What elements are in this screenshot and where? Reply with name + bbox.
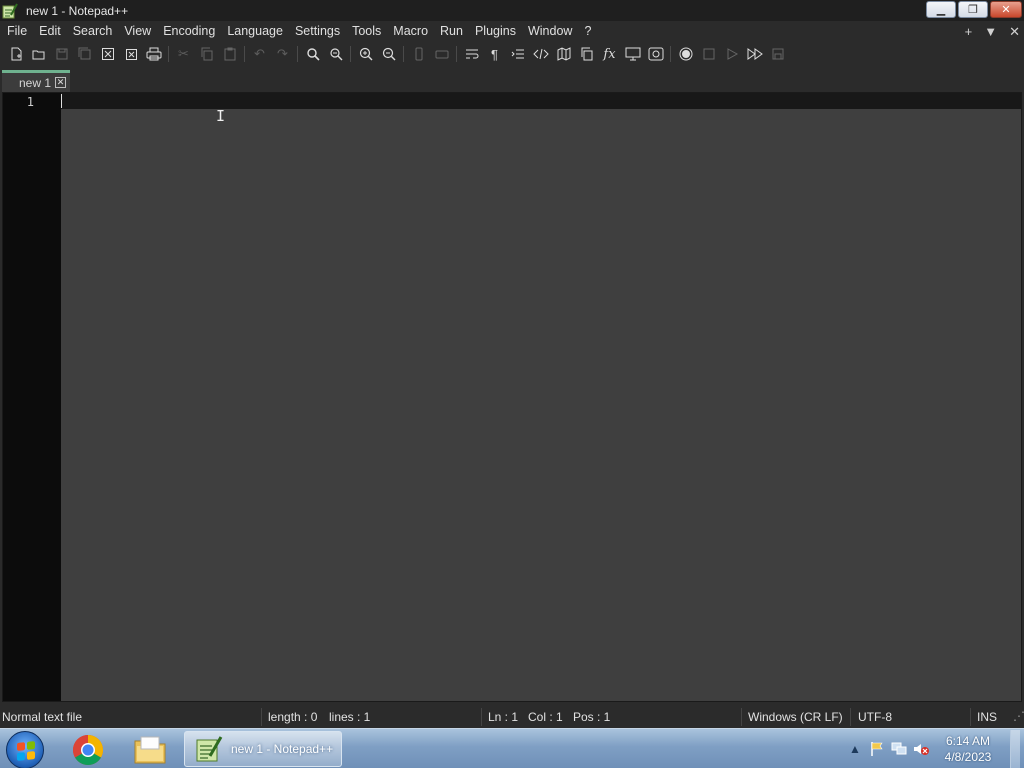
editor-area[interactable]: 1 I [2,92,1022,702]
new-file-icon[interactable] [4,43,27,65]
document-list-icon[interactable] [575,43,598,65]
status-encoding[interactable]: UTF-8 [858,710,892,724]
minimize-icon: ▁ [936,4,946,16]
tab-label: new 1 [19,75,52,90]
menu-help[interactable]: ? [578,21,597,42]
tab-close-icon[interactable]: ✕ [55,77,66,88]
print-icon[interactable] [142,43,165,65]
zoom-out-icon[interactable] [377,43,400,65]
chrome-icon[interactable] [63,732,113,767]
open-file-icon[interactable] [27,43,50,65]
text-caret [61,94,62,108]
tab-list-dropdown[interactable]: ▼ [984,21,997,42]
notepadpp-taskbar-icon [196,736,223,762]
monitoring-icon[interactable] [644,43,667,65]
toolbar: ✂ ↶ ↷ ¶ fx [0,42,1024,66]
menu-language[interactable]: Language [221,21,289,42]
document-map-icon[interactable] [552,43,575,65]
close-window-button[interactable]: ✕ [990,1,1022,18]
cut-icon[interactable]: ✂ [172,43,195,65]
status-eol[interactable]: Windows (CR LF) [748,710,843,724]
menu-settings[interactable]: Settings [289,21,346,42]
line-number: 1 [26,95,34,109]
tab-bar: new 1 ✕ [0,68,1024,92]
add-tab-button[interactable]: + [965,21,973,42]
save-all-icon[interactable] [73,43,96,65]
action-center-flag-icon[interactable] [866,739,888,759]
sync-vertical-icon[interactable] [407,43,430,65]
system-tray: ▲ 6:14 AM 4/8/2023 [844,729,1020,768]
menu-macro[interactable]: Macro [387,21,434,42]
title-bar[interactable]: new 1 - Notepad++ ▁ ❐ ✕ [0,0,1024,21]
redo-icon[interactable]: ↷ [271,43,294,65]
desktop-screen: new 1 - Notepad++ ▁ ❐ ✕ File Edit Search… [0,0,1024,768]
tab-new-1[interactable]: new 1 ✕ [2,70,70,92]
status-bar: Normal text file length : 0 lines : 1 Ln… [0,706,1024,728]
menu-run[interactable]: Run [434,21,469,42]
status-ln: Ln : 1 [488,710,519,724]
notepadpp-icon [2,3,18,19]
current-line-highlight [61,93,1021,109]
macro-play-icon[interactable] [720,43,743,65]
menu-window[interactable]: Window [522,21,578,42]
close-document-button[interactable]: ✕ [1009,21,1020,42]
show-desktop-button[interactable] [1010,730,1020,768]
xml-tag-icon[interactable] [529,43,552,65]
taskbar-clock[interactable]: 6:14 AM 4/8/2023 [932,733,1004,765]
folder-as-workspace-icon[interactable] [621,43,644,65]
clock-date: 4/8/2023 [944,750,992,764]
function-list-icon[interactable]: fx [598,43,621,65]
paste-icon[interactable] [218,43,241,65]
status-col: Col : 1 [528,710,563,724]
ibeam-cursor-icon: I [216,107,226,125]
restore-button[interactable]: ❐ [958,1,988,18]
save-icon[interactable] [50,43,73,65]
menu-edit[interactable]: Edit [33,21,67,42]
undo-icon[interactable]: ↶ [248,43,271,65]
volume-muted-icon[interactable] [910,739,932,759]
macro-save-icon[interactable] [766,43,789,65]
copy-icon[interactable] [195,43,218,65]
macro-run-multiple-icon[interactable] [743,43,766,65]
restore-icon: ❐ [968,4,978,16]
menu-plugins[interactable]: Plugins [469,21,522,42]
window-title: new 1 - Notepad++ [26,3,129,18]
minimize-button[interactable]: ▁ [926,1,956,18]
zoom-in-icon[interactable] [354,43,377,65]
file-explorer-icon[interactable] [125,732,175,767]
menu-search[interactable]: Search [67,21,119,42]
taskbar-notepadpp-button[interactable]: new 1 - Notepad++ [184,731,342,767]
show-all-chars-icon[interactable]: ¶ [483,43,506,65]
indent-guide-icon[interactable] [506,43,529,65]
status-insert-mode[interactable]: INS [977,710,997,724]
line-number-gutter: 1 [3,93,61,701]
status-file-type: Normal text file [2,710,83,724]
network-icon[interactable] [888,739,910,759]
show-hidden-icons-icon[interactable]: ▲ [844,739,866,759]
macro-stop-icon[interactable] [697,43,720,65]
menu-tools[interactable]: Tools [346,21,387,42]
start-button[interactable] [6,731,44,768]
find-icon[interactable] [301,43,324,65]
menu-file[interactable]: File [0,21,33,42]
word-wrap-icon[interactable] [460,43,483,65]
menu-bar: File Edit Search View Encoding Language … [0,21,1024,42]
status-length: length : 0 [268,710,318,724]
replace-icon[interactable] [324,43,347,65]
menu-view[interactable]: View [118,21,157,42]
sync-horizontal-icon[interactable] [430,43,453,65]
status-lines: lines : 1 [329,710,371,724]
resize-grip-icon[interactable]: ⋰ [1013,709,1024,723]
close-all-icon[interactable] [119,43,142,65]
close-icon: ✕ [1001,4,1011,16]
clock-time: 6:14 AM [945,734,991,748]
close-file-icon[interactable] [96,43,119,65]
windows-logo-icon [17,741,35,761]
status-pos: Pos : 1 [573,710,611,724]
menu-encoding[interactable]: Encoding [157,21,221,42]
taskbar-task-label: new 1 - Notepad++ [231,742,334,756]
taskbar: new 1 - Notepad++ ▲ 6:14 AM 4/8/2023 [0,728,1024,768]
macro-record-icon[interactable] [674,43,697,65]
